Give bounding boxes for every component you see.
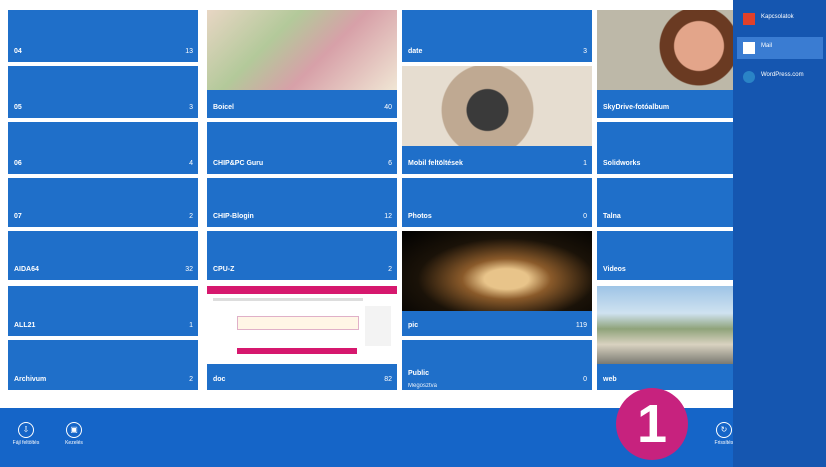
folder-tile[interactable]: Boicel 40 — [207, 10, 397, 118]
folder-name: 04 — [14, 48, 22, 55]
folder-name: doc — [213, 376, 226, 383]
folder-name: Boicel — [213, 104, 235, 111]
folder-name: pic — [408, 322, 419, 329]
folder-tile[interactable]: AIDA64 32 — [8, 231, 198, 280]
share-target-label: Kapcsolatok — [761, 14, 794, 20]
folder-tile[interactable]: pic 119 — [402, 231, 592, 336]
folder-tile[interactable]: CHIP&PC Guru 6 — [207, 122, 397, 174]
share-target-mail[interactable]: Mail — [737, 37, 823, 59]
folder-tile[interactable]: Solidworks — [597, 122, 733, 174]
folder-name: CPU-Z — [213, 266, 235, 273]
folder-name: date — [408, 48, 423, 55]
folder-name: CHIP-Blogin — [213, 213, 254, 220]
folder-tile[interactable]: SkyDrive-fotóalbum — [597, 10, 733, 118]
folder-tile[interactable]: Videos — [597, 231, 733, 280]
folder-name: 07 — [14, 213, 22, 220]
refresh-icon: ↻ — [716, 422, 732, 438]
folder-count: 40 — [384, 104, 392, 111]
folder-count: 12 — [384, 213, 392, 220]
folder-name: Photos — [408, 213, 432, 220]
folder-count: 1 — [189, 322, 193, 329]
folder-tile[interactable]: Archivum 2 — [8, 340, 198, 390]
folder-tile[interactable]: Talna — [597, 178, 733, 227]
folder-count: 32 — [185, 266, 193, 273]
manage-button[interactable]: ▣ Kezelés — [54, 422, 94, 446]
folder-count: 4 — [189, 160, 193, 167]
app-bar: ⇩ Fájl feltöltés ▣ Kezelés ↻ Frissítés — [0, 408, 826, 467]
callout-badge: 1 — [616, 388, 688, 460]
upload-button-label: Fájl feltöltés — [12, 440, 40, 446]
folder-name: Videos — [603, 266, 626, 273]
folder-tile[interactable]: doc 82 — [207, 286, 397, 390]
folder-count: 6 — [388, 160, 392, 167]
folder-count: 119 — [575, 322, 587, 329]
folder-tile[interactable]: web — [597, 286, 733, 390]
folder-name: Mobil feltöltések — [408, 160, 463, 167]
folder-thumbnail-image — [402, 231, 592, 311]
share-target-label: WordPress.com — [761, 72, 804, 78]
mail-icon — [743, 42, 755, 54]
folder-tile[interactable]: date 3 — [402, 10, 592, 62]
folder-tile[interactable]: 05 3 — [8, 66, 198, 118]
refresh-button-label: Frissítés — [714, 440, 734, 446]
folder-thumbnail-image — [597, 286, 733, 364]
folder-name: AIDA64 — [14, 266, 39, 273]
folder-tile[interactable]: 07 2 — [8, 178, 198, 227]
upload-icon: ⇩ — [18, 422, 34, 438]
folder-name: Talna — [603, 213, 621, 220]
folder-name: 05 — [14, 104, 22, 111]
folder-name: SkyDrive-fotóalbum — [603, 104, 670, 111]
folder-count: 0 — [583, 376, 587, 383]
folder-name: Public — [408, 370, 430, 377]
folder-name: 06 — [14, 160, 22, 167]
folder-tile[interactable]: Photos 0 — [402, 178, 592, 227]
folder-count: 1 — [583, 160, 587, 167]
folder-grid: 04 13 05 3 06 4 07 2 AIDA64 32 ALL21 1 A… — [8, 0, 733, 408]
manage-button-label: Kezelés — [65, 440, 83, 446]
folder-name: web — [603, 376, 617, 383]
folder-count: 2 — [388, 266, 392, 273]
upload-button[interactable]: ⇩ Fájl feltöltés — [6, 422, 46, 446]
folder-tile[interactable]: CHIP-Blogin 12 — [207, 178, 397, 227]
wordpress-icon — [743, 71, 755, 83]
folder-tile[interactable]: 04 13 — [8, 10, 198, 62]
folder-count: 82 — [384, 376, 392, 383]
folder-tile[interactable]: ALL21 1 — [8, 286, 198, 336]
share-target-contacts[interactable]: Kapcsolatok — [737, 8, 823, 30]
share-target-wordpress[interactable]: WordPress.com — [737, 66, 823, 88]
folder-count: 2 — [189, 213, 193, 220]
folder-tile[interactable]: 06 4 — [8, 122, 198, 174]
folder-count: 0 — [583, 213, 587, 220]
folder-name: CHIP&PC Guru — [213, 160, 264, 167]
folder-tile[interactable]: Public Megosztva 0 — [402, 340, 592, 390]
folder-thumbnail-image — [402, 66, 592, 146]
folder-tile[interactable]: CPU-Z 2 — [207, 231, 397, 280]
folder-thumbnail-image — [597, 10, 733, 90]
people-icon — [743, 13, 755, 25]
folder-count: 3 — [189, 104, 193, 111]
folder-count: 3 — [583, 48, 587, 55]
folder-tile[interactable]: Mobil feltöltések 1 — [402, 66, 592, 174]
folder-thumbnail-image — [207, 10, 397, 90]
share-target-label: Mail — [761, 43, 773, 49]
folder-count: 13 — [185, 48, 193, 55]
folder-name: Solidworks — [603, 160, 641, 167]
folder-name: Archivum — [14, 376, 47, 383]
folder-name: ALL21 — [14, 322, 36, 329]
manage-icon: ▣ — [66, 422, 82, 438]
document-thumbnail-image — [207, 286, 397, 364]
folder-count: 2 — [189, 376, 193, 383]
share-charm-panel: Kapcsolatok Mail WordPress.com — [733, 0, 826, 467]
folder-subtitle: Megosztva — [408, 383, 438, 389]
